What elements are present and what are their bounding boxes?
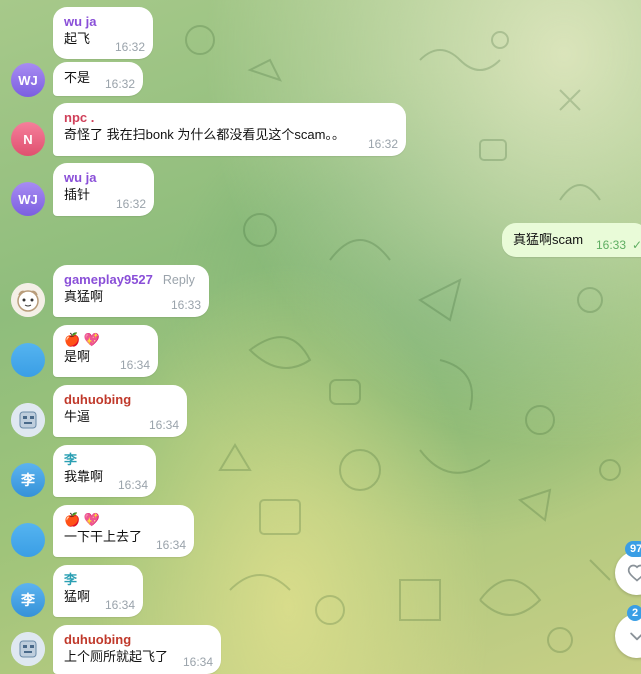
reactions-badge: 97 bbox=[625, 541, 641, 557]
message-bubble[interactable]: wu ja 起飞 16:32 bbox=[53, 7, 153, 59]
read-check-icon: ✓ bbox=[631, 238, 641, 252]
message-bubble[interactable]: 🍎 💖 一下干上去了 16:34 bbox=[53, 505, 194, 557]
message-bubble[interactable]: duhuobing 上个厕所就起飞了 16:34 bbox=[53, 625, 221, 674]
sender-name[interactable]: gameplay9527 Reply bbox=[64, 272, 198, 288]
user-avatar[interactable]: 李 bbox=[11, 463, 45, 497]
robot-avatar-icon bbox=[11, 632, 45, 666]
user-avatar[interactable] bbox=[11, 343, 45, 377]
outgoing-bubble[interactable]: 真猛啊scam 16:33 ✓ bbox=[502, 223, 641, 257]
message-bubble[interactable]: 李 我靠啊 16:34 bbox=[53, 445, 156, 497]
reply-label[interactable]: Reply bbox=[163, 273, 195, 287]
message-bubble[interactable]: gameplay9527 Reply 真猛啊 16:33 bbox=[53, 265, 209, 317]
sender-name[interactable]: 李 bbox=[64, 572, 132, 588]
message-text: 奇怪了 我在扫bonk 为什么都没看见这个scam。。 bbox=[64, 127, 345, 142]
sender-name[interactable]: duhuobing bbox=[64, 632, 210, 648]
heart-icon bbox=[627, 564, 641, 582]
message-bubble[interactable]: 🍎 💖 是啊 16:34 bbox=[53, 325, 158, 377]
sender-name[interactable]: 🍎 💖 bbox=[64, 332, 147, 348]
message-time: 16:34 bbox=[119, 358, 150, 372]
message-time: 16:34 bbox=[155, 538, 186, 552]
sender-name[interactable]: npc . bbox=[64, 110, 395, 126]
user-avatar[interactable]: N bbox=[11, 122, 45, 156]
message-time: 16:32 bbox=[114, 40, 145, 54]
user-avatar[interactable]: WJ bbox=[11, 182, 45, 216]
message-bubble[interactable]: duhuobing 牛逼 16:34 bbox=[53, 385, 187, 437]
unread-badge: 2 bbox=[627, 605, 641, 621]
message-bubble[interactable]: 不是 16:32 bbox=[53, 62, 143, 96]
sender-name[interactable]: 🍎 💖 bbox=[64, 512, 183, 528]
message-bubble[interactable]: npc . 奇怪了 我在扫bonk 为什么都没看见这个scam。。 16:32 bbox=[53, 103, 406, 156]
message-time: 16:34 bbox=[117, 478, 148, 492]
message-bubble[interactable]: wu ja 插针 16:32 bbox=[53, 163, 154, 216]
user-avatar[interactable]: 李 bbox=[11, 583, 45, 617]
sender-name[interactable]: wu ja bbox=[64, 14, 142, 30]
message-time: 16:32 bbox=[115, 197, 146, 211]
sender-name[interactable]: wu ja bbox=[64, 170, 143, 186]
message-time: 16:32 bbox=[367, 137, 398, 151]
user-avatar[interactable] bbox=[11, 283, 45, 317]
user-avatar[interactable]: WJ bbox=[11, 63, 45, 97]
sender-name-text: gameplay9527 bbox=[64, 272, 153, 287]
user-avatar[interactable] bbox=[11, 523, 45, 557]
message-time: 16:32 bbox=[104, 77, 135, 91]
reactions-button[interactable] bbox=[615, 551, 641, 595]
message-time: 16:34 bbox=[182, 655, 213, 669]
sheep-avatar-icon bbox=[11, 283, 45, 317]
chevron-down-icon bbox=[630, 632, 641, 641]
user-avatar[interactable] bbox=[11, 632, 45, 666]
message-time: 16:34 bbox=[148, 418, 179, 432]
sender-name[interactable]: 李 bbox=[64, 452, 145, 468]
sender-name[interactable]: duhuobing bbox=[64, 392, 176, 408]
robot-avatar-icon bbox=[11, 403, 45, 437]
message-time: 16:33 bbox=[595, 238, 626, 252]
message-time: 16:34 bbox=[104, 598, 135, 612]
message-bubble[interactable]: 李 猛啊 16:34 bbox=[53, 565, 143, 617]
message-text: 真猛啊scam bbox=[513, 232, 584, 247]
user-avatar[interactable] bbox=[11, 403, 45, 437]
message-time: 16:33 bbox=[170, 298, 201, 312]
